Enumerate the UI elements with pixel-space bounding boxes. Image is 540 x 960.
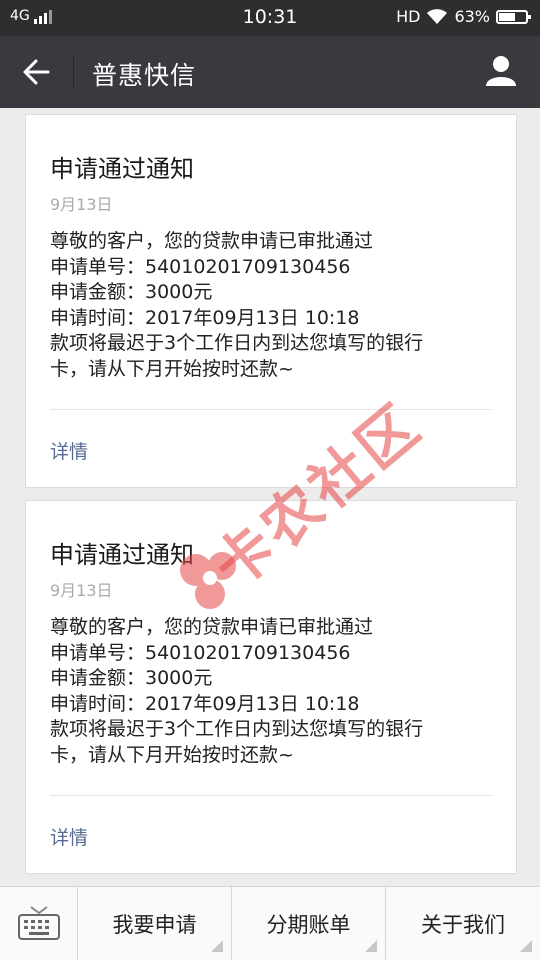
status-right: HD 63% <box>396 7 531 26</box>
menu-apply[interactable]: 我要申请 <box>78 887 232 960</box>
arrow-left-icon <box>23 59 50 85</box>
hd-label: HD <box>396 7 421 26</box>
message-card: 申请通过通知 9月13日 尊敬的客户，您的贷款申请已审批通过 申请单号：5401… <box>25 114 517 488</box>
menu-about[interactable]: 关于我们 <box>386 887 540 960</box>
message-line: 卡，请从下月开始按时还款~ <box>50 743 294 766</box>
message-line: 卡，请从下月开始按时还款~ <box>50 357 294 380</box>
message-body: 尊敬的客户，您的贷款申请已审批通过 申请单号：54010201709130456… <box>50 229 496 382</box>
detail-link[interactable]: 详情 <box>50 437 88 464</box>
message-title: 申请通过通知 <box>50 155 194 183</box>
person-icon <box>486 56 516 86</box>
message-list[interactable]: 申请通过通知 9月13日 尊敬的客户，您的贷款申请已审批通过 申请单号：5401… <box>0 108 540 886</box>
message-line: 款项将最迟于3个工作日内到达您填写的银行 <box>50 718 424 740</box>
back-button[interactable] <box>14 54 58 90</box>
message-line: 申请单号：54010201709130456 <box>50 255 351 278</box>
page-title: 普惠快信 <box>92 61 197 90</box>
message-line: 申请时间：2017年09月13日 10:18 <box>50 306 360 329</box>
status-bar: 4G 10:31 HD 63% <box>0 0 540 36</box>
battery-icon <box>496 9 531 24</box>
message-body: 尊敬的客户，您的贷款申请已审批通过 申请单号：54010201709130456… <box>50 615 496 768</box>
card-divider <box>50 795 492 796</box>
wifi-icon <box>427 8 448 24</box>
message-title: 申请通过通知 <box>50 541 194 569</box>
message-line: 申请金额：3000元 <box>50 667 213 689</box>
submenu-indicator-icon <box>365 940 377 952</box>
message-line: 尊敬的客户，您的贷款申请已审批通过 <box>50 616 374 638</box>
message-date: 9月13日 <box>50 195 113 214</box>
message-line: 申请单号：54010201709130456 <box>50 641 351 664</box>
menu-label: 分期账单 <box>266 912 351 937</box>
bottom-menu: 我要申请 分期账单 关于我们 <box>0 886 540 960</box>
message-line: 款项将最迟于3个工作日内到达您填写的银行 <box>50 332 424 354</box>
card-divider <box>50 409 492 410</box>
message-line: 申请金额：3000元 <box>50 281 213 303</box>
battery-percent: 63% <box>454 7 490 26</box>
message-line: 尊敬的客户，您的贷款申请已审批通过 <box>50 230 374 252</box>
header-divider <box>73 54 74 90</box>
profile-button[interactable] <box>484 54 520 90</box>
menu-label: 我要申请 <box>112 912 197 937</box>
keyboard-icon <box>18 906 60 940</box>
menu-bills[interactable]: 分期账单 <box>232 887 386 960</box>
keyboard-toggle-button[interactable] <box>0 887 78 960</box>
detail-link[interactable]: 详情 <box>50 823 88 850</box>
submenu-indicator-icon <box>520 940 532 952</box>
message-card: 申请通过通知 9月13日 尊敬的客户，您的贷款申请已审批通过 申请单号：5401… <box>25 500 517 874</box>
message-line: 申请时间：2017年09月13日 10:18 <box>50 692 360 715</box>
menu-label: 关于我们 <box>421 912 505 937</box>
submenu-indicator-icon <box>211 940 223 952</box>
message-date: 9月13日 <box>50 581 113 600</box>
app-header: 普惠快信 <box>0 36 540 108</box>
